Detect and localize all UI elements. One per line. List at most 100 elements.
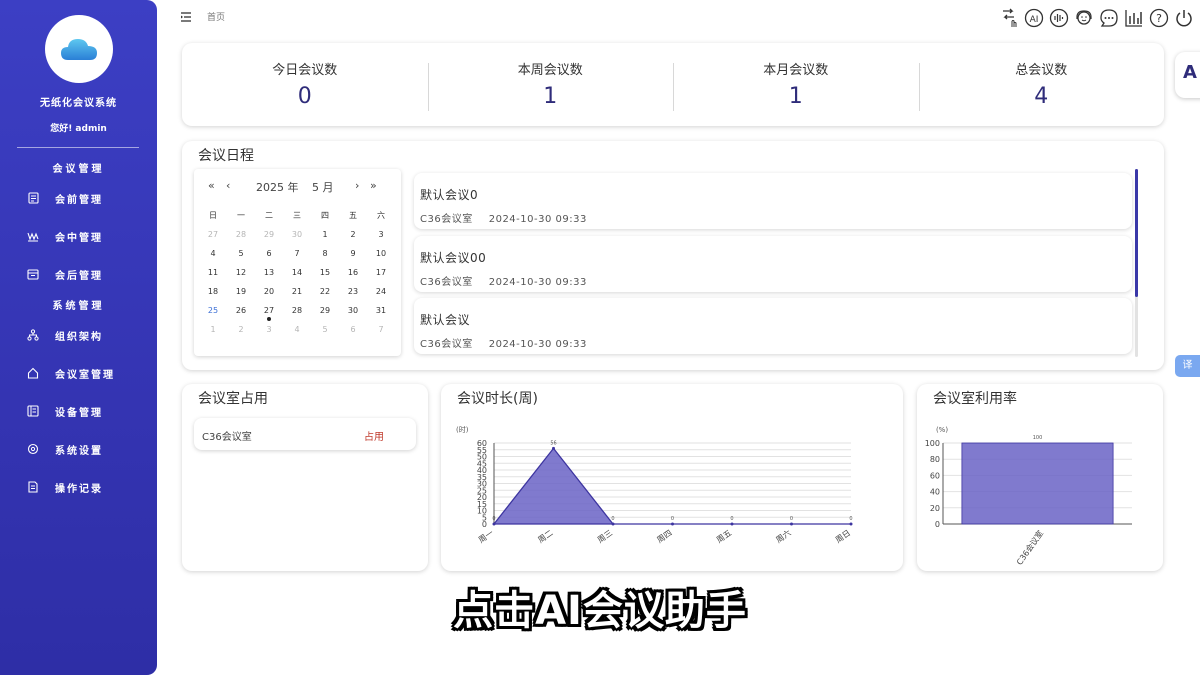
calendar-day[interactable]: 9: [339, 247, 367, 266]
sidebar-item-room-management[interactable]: 会议室管理: [0, 361, 157, 385]
calendar-day[interactable]: 3: [367, 228, 395, 247]
calendar-week-row: 11 12 13 14 15 16 17: [199, 266, 395, 285]
sidebar-item-post-meeting[interactable]: 会后管理: [0, 262, 157, 286]
x-tick-label: 周一: [477, 528, 495, 545]
calendar-day[interactable]: 4: [199, 247, 227, 266]
stats-card: 今日会议数 0 本周会议数 1 本月会议数 1 总会议数 4: [182, 43, 1164, 126]
meeting-item[interactable]: 默认会议00 C36会议室 2024-10-30 09:33: [414, 236, 1132, 292]
stat-value: 0: [297, 83, 312, 109]
calendar-day[interactable]: 21: [283, 285, 311, 304]
system-title: 无纸化会议系统: [40, 98, 117, 109]
calendar-day[interactable]: 29: [255, 228, 283, 247]
meeting-icon: [27, 230, 39, 242]
y-tick-label: 100: [925, 439, 940, 448]
calendar-day[interactable]: 10: [367, 247, 395, 266]
calendar-day[interactable]: 18: [199, 285, 227, 304]
calendar-day[interactable]: 5: [311, 323, 339, 342]
x-tick-label: 周日: [834, 528, 852, 545]
calendar-day[interactable]: 7: [367, 323, 395, 342]
calendar-day[interactable]: 29: [311, 304, 339, 323]
calendar-day[interactable]: 31: [367, 304, 395, 323]
data-point: [552, 446, 555, 450]
calendar-day[interactable]: 24: [367, 285, 395, 304]
calendar-day[interactable]: 19: [227, 285, 255, 304]
calendar-day[interactable]: 11: [199, 266, 227, 285]
support-icon[interactable]: [1074, 8, 1094, 28]
room-row[interactable]: C36会议室 占用: [194, 418, 416, 450]
sidebar-item-pre-meeting[interactable]: 会前管理: [0, 186, 157, 210]
sidebar-item-in-meeting[interactable]: 会中管理: [0, 224, 157, 248]
duration-chart-card: 会议时长(周) (时) 0 5 10 15 20 25 30 35 40 45 50 55 60 0 周一 56…: [441, 384, 903, 571]
breadcrumb[interactable]: 首页: [207, 10, 225, 23]
calendar-week-row: 4 5 6 7 8 9 10: [199, 247, 395, 266]
calendar-weekday: 一: [237, 211, 245, 220]
chat-icon[interactable]: [1099, 8, 1119, 28]
calendar-day[interactable]: 6: [255, 247, 283, 266]
usage-chart: (%) 0 20 40 60 80 100 100 C36会议室: [925, 426, 1132, 567]
calendar-day[interactable]: 22: [311, 285, 339, 304]
x-tick-label: 周三: [596, 528, 614, 545]
org-chart-icon: [27, 329, 39, 341]
translate-tab[interactable]: 译: [1175, 355, 1200, 377]
prev-year-button[interactable]: «: [208, 179, 215, 192]
ai-assistant-tab[interactable]: A: [1175, 52, 1200, 98]
calendar-day[interactable]: 17: [367, 266, 395, 285]
y-axis-unit: (%): [936, 426, 948, 434]
section-meeting-management: 会议管理: [52, 164, 105, 175]
meeting-item[interactable]: 默认会议 C36会议室 2024-10-30 09:33: [414, 298, 1132, 354]
calendar-day[interactable]: 30: [283, 228, 311, 247]
sidebar-item-organization[interactable]: 组织架构: [0, 323, 157, 347]
calendar-day[interactable]: 1: [311, 228, 339, 247]
calendar-day[interactable]: 26: [227, 304, 255, 323]
help-icon[interactable]: ?: [1149, 8, 1169, 28]
calendar-day[interactable]: 14: [283, 266, 311, 285]
calendar-day[interactable]: 30: [339, 304, 367, 323]
calendar-day[interactable]: 4: [283, 323, 311, 342]
y-tick-label: 40: [930, 488, 940, 497]
x-tick-label: 周二: [536, 528, 554, 545]
transfer-icon[interactable]: [999, 8, 1019, 28]
calendar-day[interactable]: 23: [339, 285, 367, 304]
calendar-day[interactable]: 28: [227, 228, 255, 247]
calendar-day[interactable]: 2: [227, 323, 255, 342]
calendar-day[interactable]: 15: [311, 266, 339, 285]
sidebar-item-system-settings[interactable]: 系统设置: [0, 437, 157, 461]
menu-toggle-icon[interactable]: [180, 8, 194, 22]
calendar-day[interactable]: 6: [339, 323, 367, 342]
calendar-day[interactable]: 3: [255, 323, 283, 342]
calendar-month-label[interactable]: 5 月: [312, 179, 334, 195]
sidebar: 无纸化会议系统 您好! admin 会议管理 会前管理 会中管理 会后管理 系统…: [0, 0, 157, 675]
calendar-day[interactable]: 20: [255, 285, 283, 304]
meeting-info: C36会议室 2024-10-30 09:33: [420, 210, 587, 225]
x-tick-label: 周四: [655, 528, 673, 545]
next-month-button[interactable]: ›: [355, 179, 359, 192]
calendar-day[interactable]: 16: [339, 266, 367, 285]
next-year-button[interactable]: »: [370, 179, 377, 192]
calendar-day[interactable]: 7: [283, 247, 311, 266]
sidebar-item-operation-log[interactable]: 操作记录: [0, 475, 157, 499]
calendar-day[interactable]: 25: [199, 304, 227, 323]
calendar-year-label[interactable]: 2025 年: [256, 179, 299, 195]
calendar-day[interactable]: 8: [311, 247, 339, 266]
usage-bar: [961, 442, 1114, 525]
chart-icon[interactable]: [1124, 8, 1144, 28]
calendar-day[interactable]: 2: [339, 228, 367, 247]
ai-icon[interactable]: AI: [1024, 8, 1044, 28]
calendar-day[interactable]: 28: [283, 304, 311, 323]
calendar-day[interactable]: 13: [255, 266, 283, 285]
calendar-day[interactable]: 27: [199, 228, 227, 247]
schedule-card: 会议日程 « ‹ 2025 年 5 月 › » 日一二三四五六 27 28 29 30 1…: [182, 141, 1164, 370]
meeting-item[interactable]: 默认会议0 C36会议室 2024-10-30 09:33: [414, 173, 1132, 229]
meeting-list-scrollbar[interactable]: [1135, 169, 1138, 357]
voice-icon[interactable]: [1049, 8, 1069, 28]
calendar-day[interactable]: 12: [227, 266, 255, 285]
calendar-weekday: 六: [377, 211, 385, 220]
calendar-day[interactable]: 27: [255, 304, 283, 323]
scrollbar-thumb[interactable]: [1135, 169, 1138, 297]
sidebar-item-device-management[interactable]: 设备管理: [0, 399, 157, 423]
power-icon[interactable]: [1174, 8, 1194, 28]
sidebar-item-label: 系统设置: [55, 445, 103, 457]
calendar-day[interactable]: 5: [227, 247, 255, 266]
prev-month-button[interactable]: ‹: [226, 179, 230, 192]
calendar-day[interactable]: 1: [199, 323, 227, 342]
